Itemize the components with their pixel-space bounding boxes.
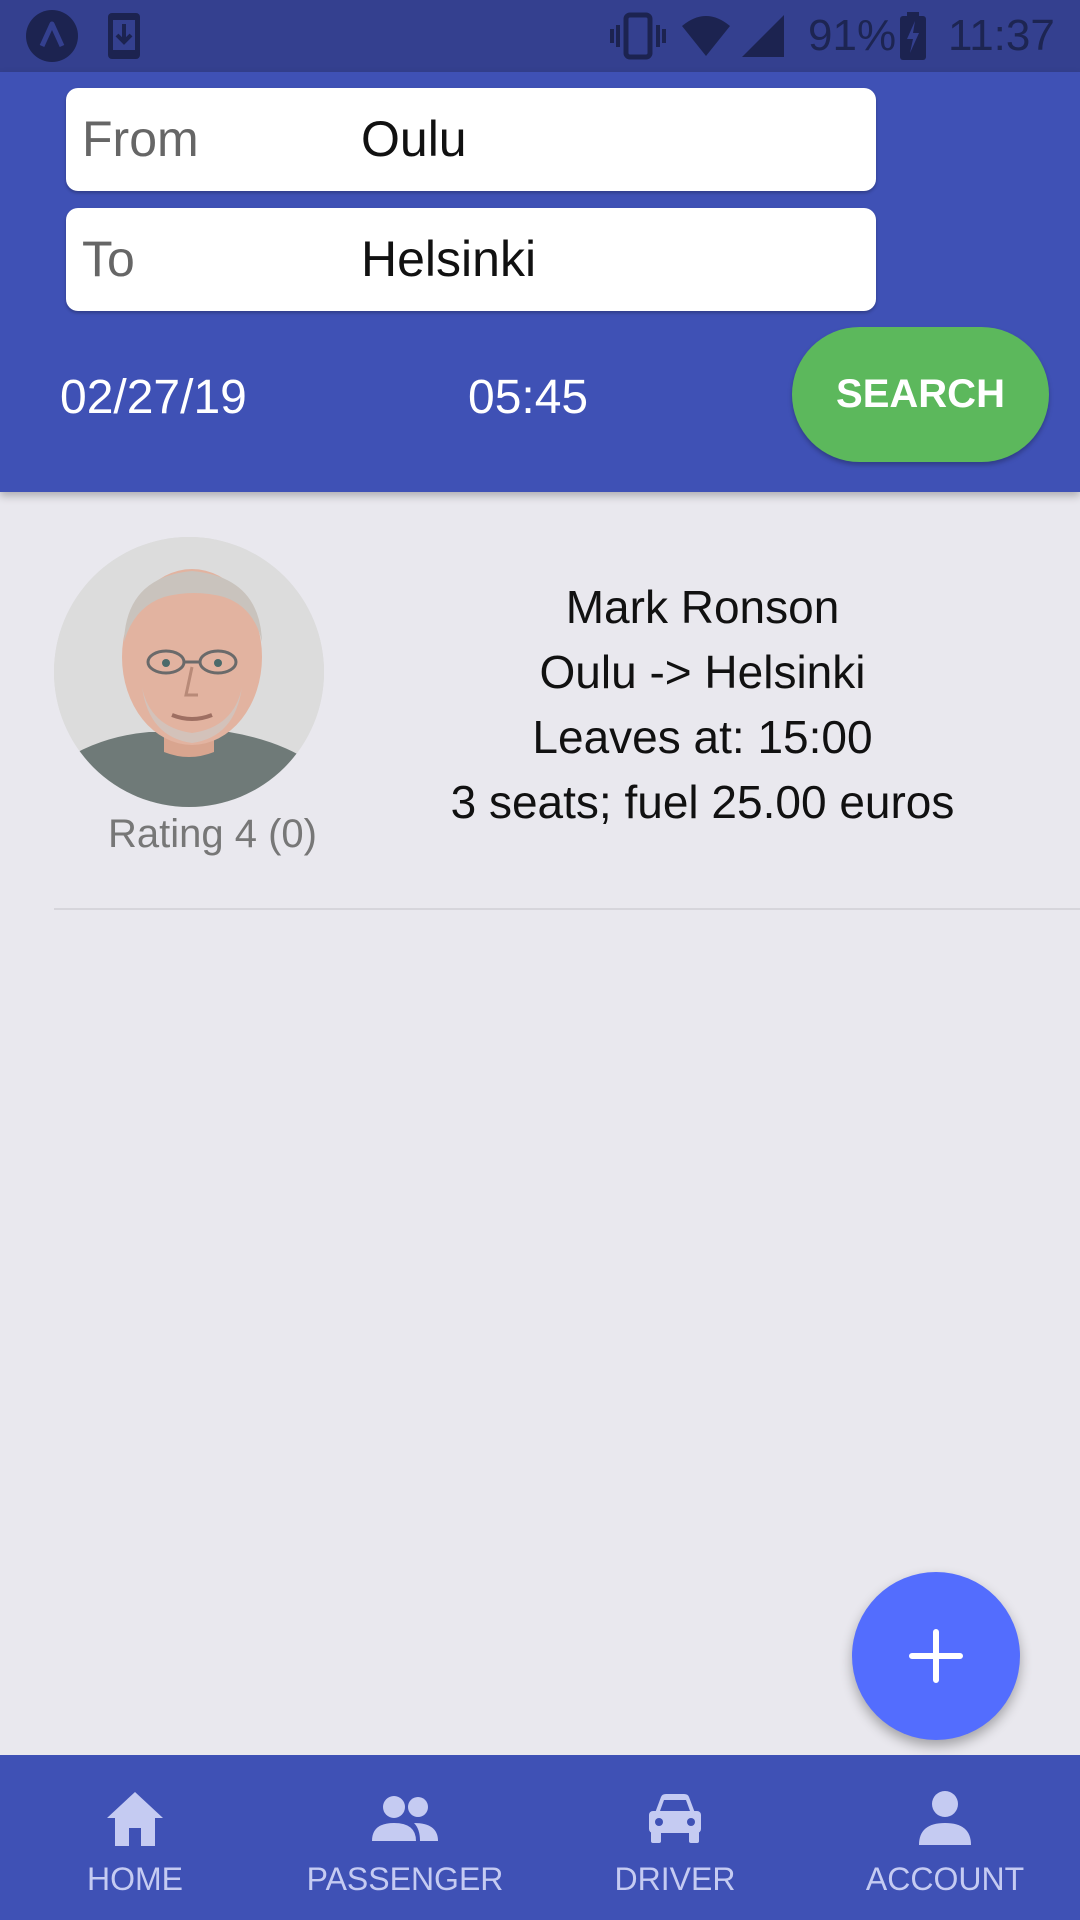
driver-name: Mark Ronson: [565, 581, 840, 633]
date-picker[interactable]: 02/27/19: [60, 358, 247, 438]
nav-label-passenger: PASSENGER: [306, 1861, 504, 1897]
nav-label-home: HOME: [87, 1861, 183, 1897]
person-icon: [917, 1783, 973, 1853]
app-notification-icon: [24, 10, 80, 62]
driver-avatar: [54, 537, 324, 807]
nav-label-driver: DRIVER: [614, 1861, 736, 1897]
time-picker[interactable]: 05:45: [468, 358, 588, 438]
ride-seats-fuel: 3 seats; fuel 25.00 euros: [450, 776, 955, 828]
nav-item-driver[interactable]: DRIVER: [540, 1755, 810, 1920]
battery-percentage: 91%: [808, 11, 897, 60]
home-icon: [103, 1783, 167, 1853]
add-ride-button[interactable]: [852, 1572, 1020, 1740]
status-bar: 91% 11:37: [0, 0, 1080, 72]
driver-rating: Rating 4 (0): [108, 812, 317, 856]
status-time: 11:37: [948, 11, 1055, 60]
download-icon: [106, 10, 142, 62]
battery-charging-icon: [898, 10, 928, 62]
from-field[interactable]: From Oulu: [66, 88, 876, 191]
to-field[interactable]: To Helsinki: [66, 208, 876, 311]
plus-icon: [909, 1629, 963, 1683]
ride-info: Mark Ronson Oulu -> Helsinki Leaves at: …: [400, 575, 1005, 835]
from-value[interactable]: Oulu: [361, 88, 467, 191]
nav-item-account[interactable]: ACCOUNT: [810, 1755, 1080, 1920]
from-label: From: [82, 111, 199, 167]
list-divider: [54, 908, 1080, 910]
nav-item-passenger[interactable]: PASSENGER: [270, 1755, 540, 1920]
nav-label-account: ACCOUNT: [865, 1861, 1025, 1897]
ride-route: Oulu -> Helsinki: [539, 646, 866, 698]
wifi-icon: [680, 10, 732, 62]
bottom-navigation: HOME PASSENGER DRIVER ACCOUNT: [0, 1755, 1080, 1920]
car-icon: [645, 1783, 705, 1853]
to-label: To: [82, 231, 135, 287]
search-button[interactable]: SEARCH: [792, 327, 1049, 462]
ride-departure: Leaves at: 15:00: [532, 711, 873, 763]
signal-icon: [740, 10, 786, 62]
nav-item-home[interactable]: HOME: [0, 1755, 270, 1920]
search-header: From Oulu To Helsinki 02/27/19 05:45 SEA…: [0, 72, 1080, 492]
to-value[interactable]: Helsinki: [361, 208, 536, 311]
vibrate-icon: [610, 10, 666, 62]
people-icon: [370, 1783, 440, 1853]
